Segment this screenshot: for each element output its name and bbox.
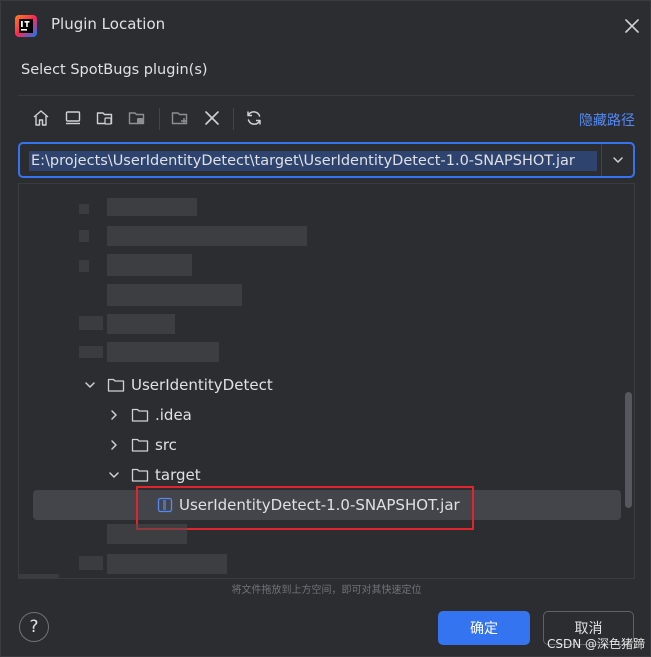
folder-icon (131, 407, 149, 423)
toolbar-separator (159, 108, 160, 130)
chevron-down-icon[interactable] (602, 144, 633, 176)
tree-scrollbar[interactable] (625, 392, 632, 508)
help-button[interactable]: ? (19, 612, 49, 642)
close-icon[interactable] (621, 15, 643, 37)
drop-hint: 将文件拖放到上方空间，即可对其快速定位 (231, 585, 422, 596)
folder-icon (131, 467, 149, 483)
folder-icon (131, 437, 149, 453)
project-icon[interactable] (93, 106, 117, 130)
tree-item-label: src (155, 436, 177, 454)
tree-item-useridentitydetect[interactable]: UserIdentityDetect (19, 370, 624, 400)
tree-item-label: target (155, 466, 201, 484)
file-chooser-toolbar: 隐藏路径 (18, 95, 635, 137)
ok-button[interactable]: 确定 (438, 611, 530, 645)
file-tree[interactable]: UserIdentityDetect .idea src target User… (18, 183, 635, 579)
tree-item-label: UserIdentityDetect-1.0-SNAPSHOT.jar (179, 496, 460, 514)
new-folder-icon[interactable] (168, 106, 192, 130)
tree-item-label: UserIdentityDetect (131, 376, 273, 394)
chevron-down-icon[interactable] (83, 378, 97, 392)
desktop-icon[interactable] (61, 106, 85, 130)
tree-item-label: .idea (155, 406, 192, 424)
title-bar: Plugin Location (1, 1, 650, 49)
tree-item-idea[interactable]: .idea (19, 400, 624, 430)
hide-path-link[interactable]: 隐藏路径 (579, 110, 635, 130)
module-icon[interactable] (125, 106, 149, 130)
jar-file-icon (157, 497, 173, 513)
tree-item-target[interactable]: target (19, 460, 624, 490)
toolbar-separator (233, 108, 234, 130)
tree-item-jar-selected[interactable]: UserIdentityDetect-1.0-SNAPSHOT.jar (33, 490, 621, 520)
home-icon[interactable] (29, 106, 53, 130)
folder-icon (107, 377, 125, 393)
intellij-idea-logo-icon (15, 15, 37, 37)
watermark: CSDN @深色猪蹄 (547, 637, 646, 651)
refresh-icon[interactable] (242, 106, 266, 130)
chevron-down-icon[interactable] (107, 468, 121, 482)
chevron-right-icon[interactable] (107, 438, 121, 452)
path-input[interactable] (29, 151, 597, 171)
dialog-subtitle: Select SpotBugs plugin(s) (21, 62, 208, 78)
chevron-right-icon[interactable] (107, 408, 121, 422)
dialog-title: Plugin Location (51, 15, 166, 33)
plugin-location-dialog: Plugin Location Select SpotBugs plugin(s… (0, 0, 651, 657)
delete-icon[interactable] (200, 106, 224, 130)
path-combobox[interactable] (18, 142, 635, 178)
tree-item-src[interactable]: src (19, 430, 624, 460)
